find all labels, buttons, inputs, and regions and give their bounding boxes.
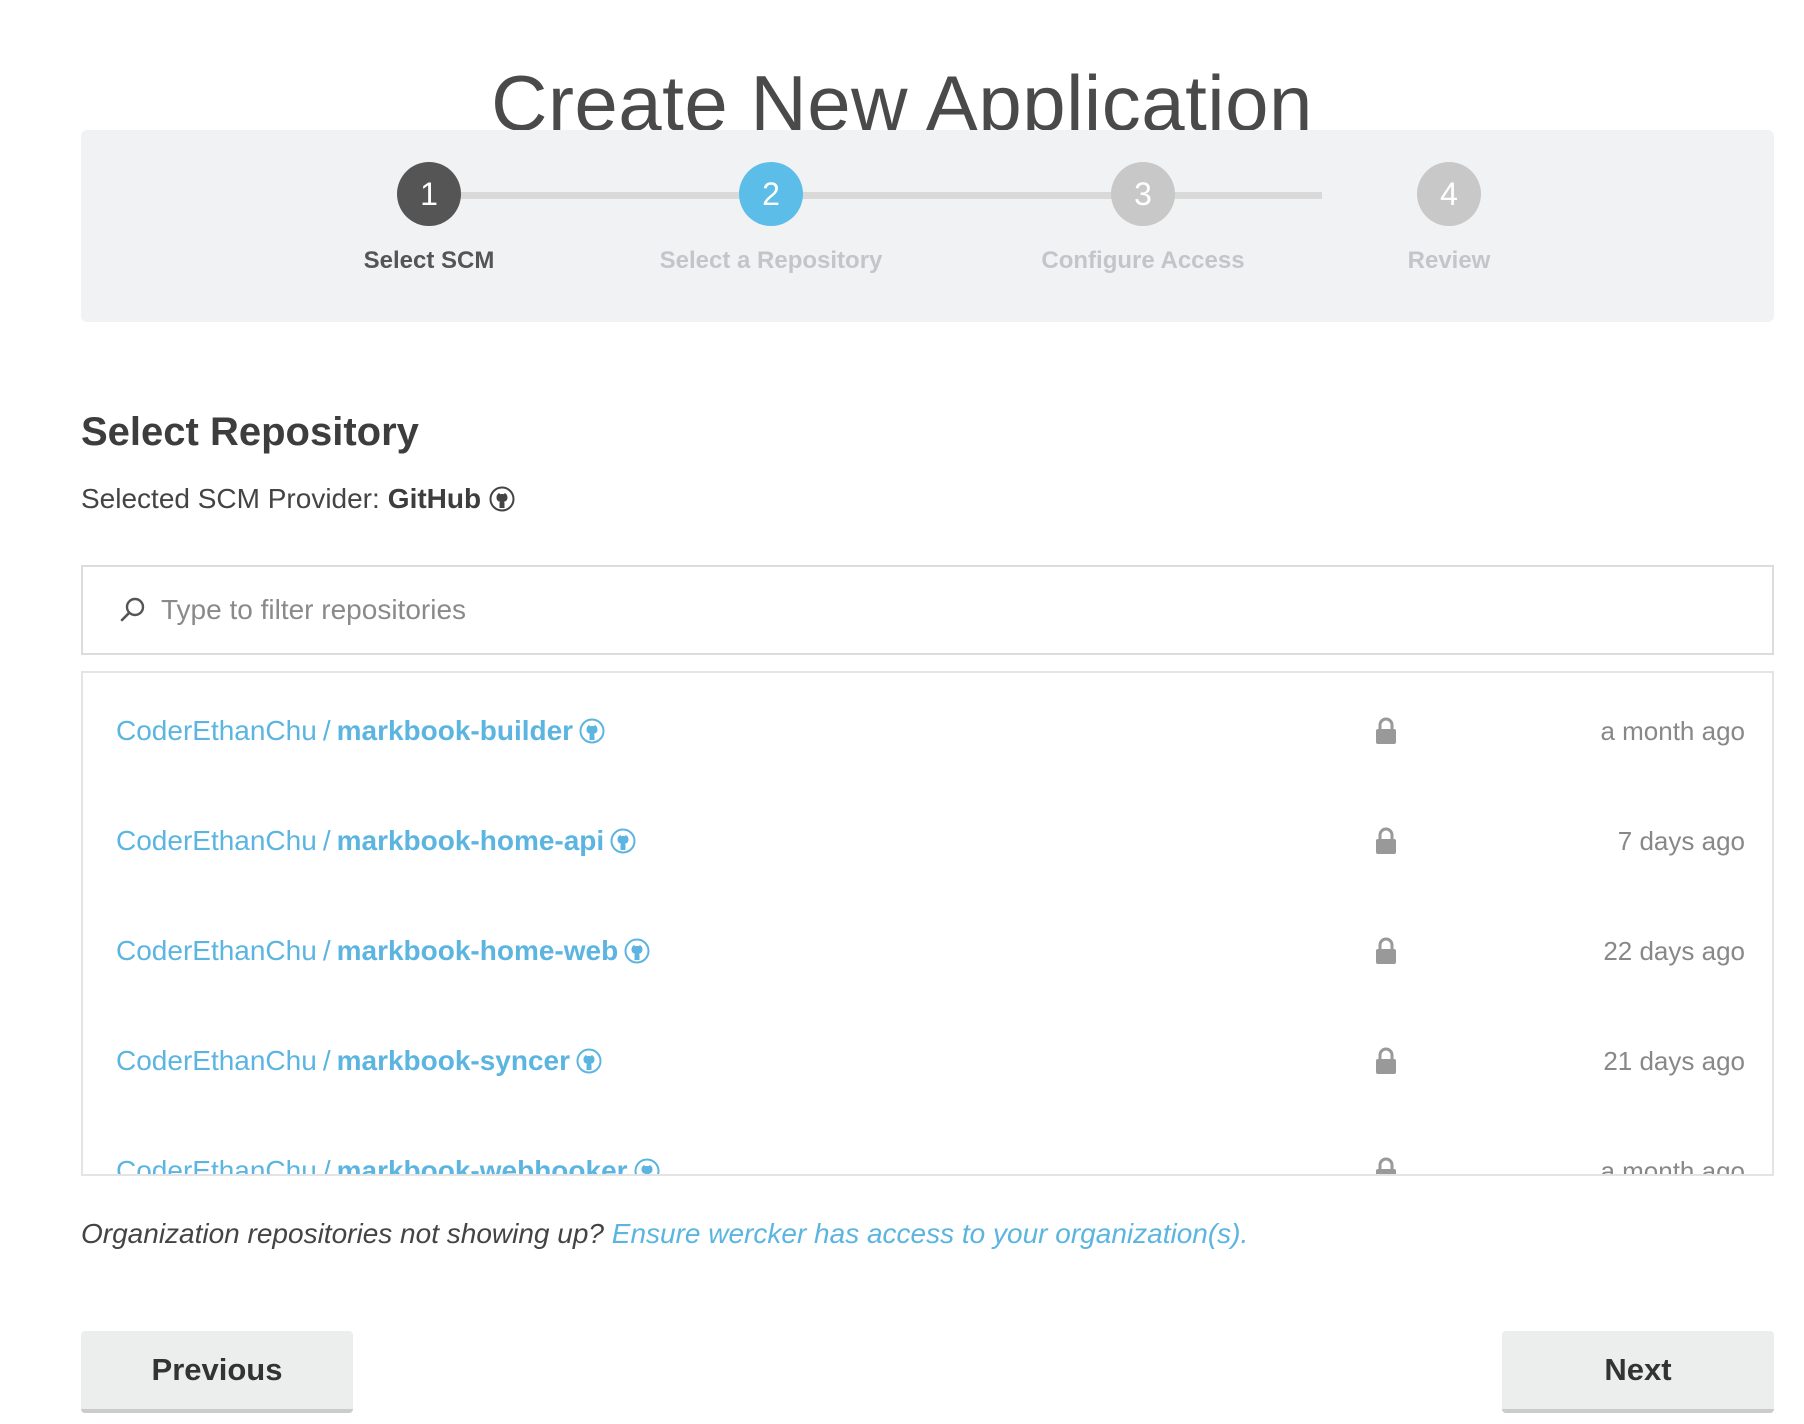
repo-name: markbook-syncer [336, 1045, 571, 1076]
organization-help: Organization repositories not showing up… [81, 1218, 1248, 1250]
step-label: Review [1407, 247, 1491, 274]
repo-owner: CoderEthanChu [116, 825, 317, 856]
provider-name: GitHub [387, 483, 482, 514]
step-configure-access[interactable]: 3 Configure Access [1013, 162, 1273, 275]
repo-name: markbook-builder [336, 715, 574, 746]
repo-name: markbook-webhooker [336, 1155, 628, 1176]
step-select-scm[interactable]: 1 Select SCM [299, 162, 559, 275]
repo-separator: / [322, 825, 331, 856]
repository-filter[interactable] [81, 565, 1774, 655]
repo-updated: 21 days ago [1603, 1045, 1745, 1076]
repository-link[interactable]: CoderEthanChu / markbook-builder [116, 715, 605, 747]
repository-row[interactable]: CoderEthanChu / markbook-builder a month… [83, 701, 1772, 761]
repository-link[interactable]: CoderEthanChu / markbook-home-web [116, 935, 650, 967]
step-number: 4 [1417, 162, 1481, 226]
repository-list[interactable]: CoderEthanChu / markbook-builder a month… [81, 671, 1774, 1176]
lock-icon [1376, 1047, 1396, 1074]
previous-button[interactable]: Previous [81, 1331, 353, 1413]
repo-separator: / [322, 1045, 331, 1076]
repo-separator: / [322, 715, 331, 746]
lock-icon [1376, 827, 1396, 854]
lock-icon [1376, 937, 1396, 964]
github-icon [624, 938, 650, 964]
github-icon [634, 1158, 660, 1174]
repository-row[interactable]: CoderEthanChu / markbook-home-web 22 day… [83, 921, 1772, 981]
repo-owner: CoderEthanChu [116, 715, 317, 746]
repo-owner: CoderEthanChu [116, 1155, 317, 1176]
step-select-repository[interactable]: 2 Select a Repository [641, 162, 901, 275]
repository-link[interactable]: CoderEthanChu / markbook-home-api [116, 825, 636, 857]
step-label: Configure Access [1041, 247, 1245, 274]
repository-row[interactable]: CoderEthanChu / markbook-webhooker a mon… [83, 1141, 1772, 1176]
repository-link[interactable]: CoderEthanChu / markbook-syncer [116, 1045, 602, 1077]
org-access-link[interactable]: Ensure wercker has access to your organi… [612, 1218, 1249, 1249]
selected-provider: Selected SCM Provider: GitHub [81, 483, 515, 515]
repository-link[interactable]: CoderEthanChu / markbook-webhooker [116, 1155, 660, 1176]
lock-icon [1376, 1157, 1396, 1174]
search-icon [120, 597, 145, 622]
repo-owner: CoderEthanChu [116, 1045, 317, 1076]
wizard-stepper: 1 Select SCM 2 Select a Repository 3 Con… [81, 130, 1774, 322]
repo-name: markbook-home-web [336, 935, 619, 966]
github-icon [579, 718, 605, 744]
repo-name: markbook-home-api [336, 825, 605, 856]
step-number: 3 [1111, 162, 1175, 226]
step-number: 1 [397, 162, 461, 226]
repo-updated: a month ago [1600, 715, 1745, 746]
repo-updated: a month ago [1600, 1155, 1745, 1176]
section-title: Select Repository [81, 410, 419, 454]
org-question: Organization repositories not showing up… [81, 1218, 604, 1249]
repo-owner: CoderEthanChu [116, 935, 317, 966]
repository-row[interactable]: CoderEthanChu / markbook-home-api 7 days… [83, 811, 1772, 871]
github-icon [489, 486, 515, 512]
search-input[interactable] [159, 593, 1772, 627]
step-label: Select SCM [363, 247, 495, 274]
github-icon [576, 1048, 602, 1074]
github-icon [610, 828, 636, 854]
repo-updated: 7 days ago [1617, 825, 1745, 856]
next-button[interactable]: Next [1502, 1331, 1774, 1413]
step-label: Select a Repository [659, 247, 883, 274]
step-number: 2 [739, 162, 803, 226]
lock-icon [1376, 717, 1396, 744]
repo-updated: 22 days ago [1603, 935, 1745, 966]
repository-row[interactable]: CoderEthanChu / markbook-syncer 21 days … [83, 1031, 1772, 1091]
repo-separator: / [322, 1155, 331, 1176]
step-review[interactable]: 4 Review [1319, 162, 1579, 275]
repo-separator: / [322, 935, 331, 966]
provider-label: Selected SCM Provider: [81, 483, 380, 514]
